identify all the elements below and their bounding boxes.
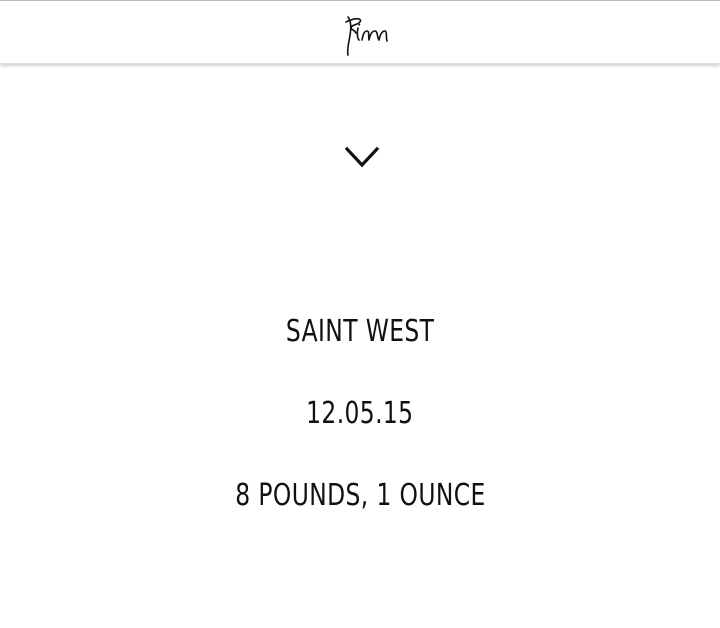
kim-logo[interactable] — [336, 7, 388, 59]
baby-name: SAINT WEST — [0, 314, 720, 349]
birth-weight-text: 8 POUNDS, 1 OUNCE — [234, 478, 486, 513]
baby-name-text: SAINT WEST — [285, 314, 435, 349]
birth-date-text: 12.05.15 — [306, 396, 414, 431]
app-header — [0, 0, 720, 64]
birth-weight: 8 POUNDS, 1 OUNCE — [0, 478, 720, 513]
chevron-down-icon[interactable] — [344, 144, 380, 172]
birth-date: 12.05.15 — [0, 396, 720, 431]
